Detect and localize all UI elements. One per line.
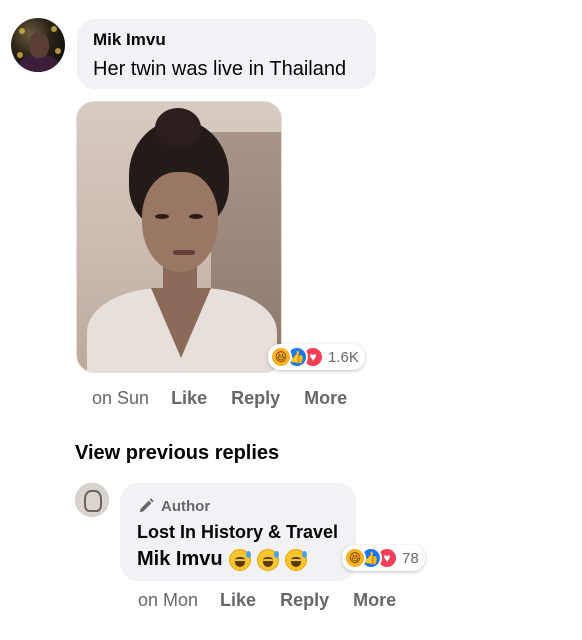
comment-actions: on Sun Like Reply More [92, 388, 371, 409]
grinning-sweat-emoji [284, 548, 307, 571]
reply-actions: on Mon Like Reply More [138, 590, 420, 611]
comment-timestamp[interactable]: on Sun [92, 388, 149, 409]
pencil-icon [139, 498, 154, 513]
grinning-sweat-emoji [228, 548, 251, 571]
reaction-count: 78 [402, 549, 419, 567]
view-previous-replies-link[interactable]: View previous replies [75, 442, 279, 465]
like-button[interactable]: Like [220, 590, 256, 611]
comment-photo[interactable] [76, 101, 282, 373]
haha-icon: 😆 [270, 346, 292, 368]
like-button[interactable]: Like [171, 388, 207, 409]
reply-bubble: Author Lost In History & Travel Mik Imvu [120, 483, 356, 581]
reply-author-name[interactable]: Lost In History & Travel [137, 522, 338, 543]
reaction-count: 1.6K [328, 348, 359, 366]
commenter-avatar[interactable] [11, 18, 65, 72]
reply-button[interactable]: Reply [280, 590, 329, 611]
more-button[interactable]: More [353, 590, 396, 611]
author-badge: Author [137, 497, 210, 515]
reply-timestamp[interactable]: on Mon [138, 590, 198, 611]
comment-author-name[interactable]: Mik Imvu [93, 30, 166, 50]
more-button[interactable]: More [304, 388, 347, 409]
haha-icon: 😆 [344, 547, 366, 569]
reply-text: Mik Imvu [137, 548, 307, 571]
grinning-sweat-emoji [256, 548, 279, 571]
reply-reactions[interactable]: 😆 👍 ♥ 78 [342, 545, 425, 571]
mention-link[interactable]: Mik Imvu [137, 548, 223, 571]
reply-author-avatar[interactable] [75, 483, 109, 517]
comment-bubble: Mik Imvu Her twin was live in Thailand [77, 19, 376, 89]
comment-text: Her twin was live in Thailand [93, 58, 347, 80]
comment-reactions[interactable]: 😆 👍 ♥ 1.6K [268, 344, 365, 370]
author-badge-label: Author [161, 497, 211, 515]
reply-button[interactable]: Reply [231, 388, 280, 409]
